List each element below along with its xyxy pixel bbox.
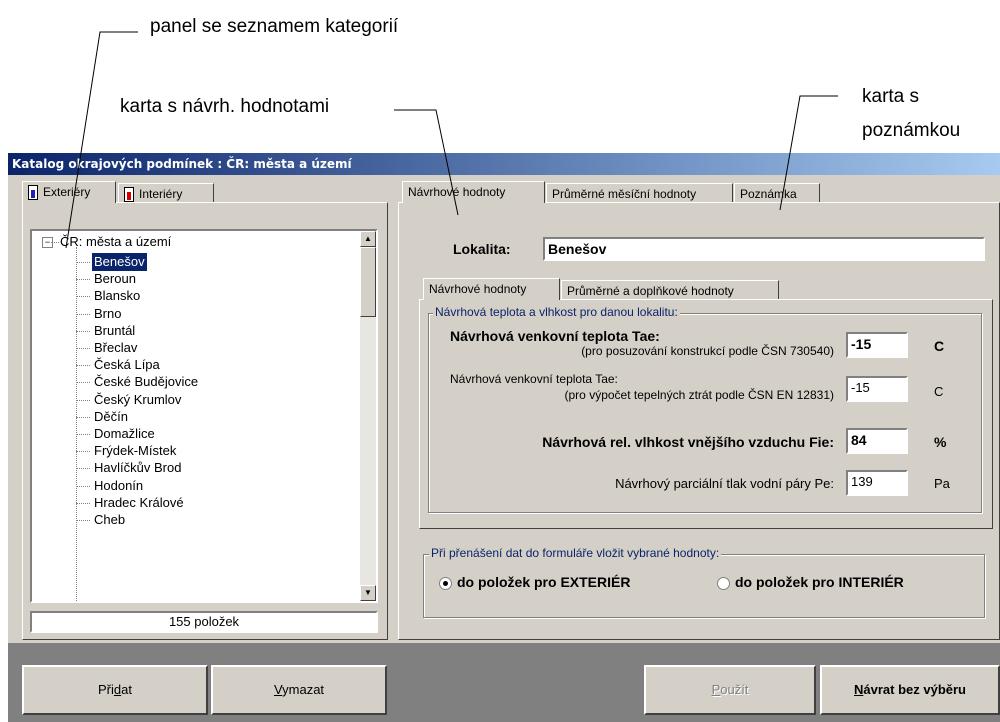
humidity-label: Návrhová rel. vlhkost vnějšího vzduchu F… [542,434,834,450]
delete-button-key: V [273,682,283,697]
tree-item[interactable]: Cheb [94,511,125,529]
add-button[interactable]: Přidat [22,665,208,715]
tree-item[interactable]: Český Krumlov [94,391,181,409]
tab-monthly-averages[interactable]: Průměrné měsíční hodnoty [546,183,733,203]
radio-exterior[interactable] [439,577,452,590]
categories-panel: − ČR: města a území Benešov Beroun Blansko… [22,202,388,640]
tree-item[interactable]: Blansko [94,287,140,305]
outdoor-temp-loss-field[interactable]: -15 [846,376,908,402]
outdoor-temp-loss-label: Návrhová venkovní teplota Tae: [450,372,618,386]
humidity-field[interactable]: 84 [846,428,908,454]
window-title: Katalog okrajových podmínek : ČR: města … [8,153,1000,175]
delete-button[interactable]: Vymazat [211,665,387,715]
design-group-title: Návrhová teplota a vlhkost pro danou lok… [433,305,680,319]
tree-item[interactable]: Hodonín [94,477,143,495]
tree-root[interactable]: ČR: města a území [60,233,171,251]
humidity-unit: % [934,434,947,450]
use-button-post: oužít [720,682,749,697]
tree-item[interactable]: České Budějovice [94,373,198,391]
vapour-pressure-label: Návrhový parciální tlak vodní páry Pe: [615,476,834,491]
outdoor-temp-loss-unit: C [934,384,944,399]
back-button-post: ávrat bez výběru [863,682,966,697]
radio-interior[interactable] [717,577,730,590]
radio-interior-label[interactable]: do položek pro INTERIÉR [735,574,904,590]
delete-button-post: ymazat [282,682,325,697]
outdoor-temp-label: Návrhová venkovní teplota Tae: [450,328,660,344]
tab-inner-design-values[interactable]: Návrhové hodnoty [423,278,560,300]
use-button[interactable]: Použít [644,665,816,715]
tree-scrollbar[interactable]: ▲ ▼ [360,231,376,601]
radio-exterior-label[interactable]: do položek pro EXTERIÉR [457,574,630,590]
scroll-thumb[interactable] [360,247,376,317]
annotation-note-card: karta s poznámkou [862,86,961,141]
locality-label: Lokalita: [453,241,511,257]
tree-item[interactable]: Domažlice [94,425,155,443]
scroll-up-icon[interactable]: ▲ [360,231,376,247]
annotation-categories-panel: panel se seznamem kategorií [150,16,399,37]
scroll-down-icon[interactable]: ▼ [360,585,376,601]
transfer-group-title: Při přenášení dat do formuláře vložit vy… [429,546,722,560]
inner-design-panel: Návrhová teplota a vlhkost pro danou lok… [419,299,993,529]
tree-item[interactable]: Hradec Králové [94,494,184,512]
back-without-selection-button[interactable]: Návrat bez výběru [820,665,1000,715]
thermometer-icon [28,185,38,201]
tab-inner-averages[interactable]: Průměrné a doplňkové hodnoty [561,280,779,300]
vapour-pressure-unit: Pa [934,476,950,491]
outdoor-temp-loss-sub: (pro výpočet tepelných ztrát podle ČSN E… [564,388,834,402]
outdoor-temp-field[interactable]: -15 [846,332,908,358]
tree-item[interactable]: Bruntál [94,322,135,340]
tab-exteriors[interactable]: Exteriéry [22,181,116,203]
tree-item[interactable]: Česká Lípa [94,356,160,374]
tree-item[interactable]: Havlíčkův Brod [94,459,181,477]
tree-item[interactable]: Beroun [94,270,136,288]
add-button-pre: Při [98,682,114,697]
item-count: 155 položek [30,611,378,633]
tab-exteriors-label: Exteriéry [43,185,91,199]
use-button-key: P [711,682,721,697]
thermometer-icon [124,187,134,203]
tab-interiors-label: Interiéry [139,187,183,201]
add-button-post: at [121,682,132,697]
design-values-card: Lokalita: Benešov Návrhové hodnoty Průmě… [398,202,1000,640]
tree-item[interactable]: Frýdek-Místek [94,442,176,460]
catalog-window: Katalog okrajových podmínek : ČR: města … [8,153,1000,722]
tab-design-values[interactable]: Návrhové hodnoty [402,181,545,203]
tree-item[interactable]: Benešov [91,252,148,272]
annotation-design-values-card: karta s návrh. hodnotami [120,96,330,117]
tree-item[interactable]: Břeclav [94,339,137,357]
tab-interiors[interactable]: Interiéry [118,183,214,203]
locality-field[interactable]: Benešov [543,237,985,261]
category-tree[interactable]: − ČR: města a území Benešov Beroun Blansko… [30,229,378,603]
tree-item[interactable]: Brno [94,305,121,323]
outdoor-temp-sub: (pro posuzování konstrukcí podle ČSN 730… [581,344,834,358]
tab-note[interactable]: Poznámka [734,183,820,203]
tree-item[interactable]: Děčín [94,408,128,426]
back-button-key: N [854,682,864,697]
vapour-pressure-field[interactable]: 139 [846,470,908,496]
outdoor-temp-unit: C [934,338,945,354]
